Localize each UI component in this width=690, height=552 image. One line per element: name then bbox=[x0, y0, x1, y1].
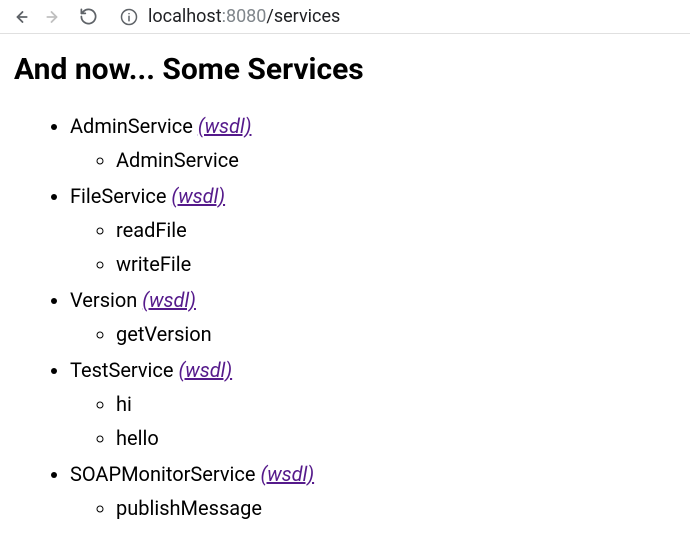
service-name: FileService bbox=[70, 184, 166, 208]
method-item: getVersion bbox=[116, 319, 676, 349]
wsdl-link[interactable]: (wsdl) bbox=[178, 358, 232, 382]
url-path: /services bbox=[266, 6, 340, 27]
services-list: AdminService (wsdl) AdminService FileSer… bbox=[14, 111, 676, 523]
info-icon[interactable] bbox=[120, 8, 138, 26]
methods-list: readFile writeFile bbox=[70, 215, 676, 279]
methods-list: hi hello bbox=[70, 389, 676, 453]
service-name: AdminService bbox=[70, 114, 193, 138]
service-item: Version (wsdl) getVersion bbox=[70, 285, 676, 349]
service-name: TestService bbox=[70, 358, 174, 382]
wsdl-link[interactable]: (wsdl) bbox=[260, 462, 314, 486]
wsdl-link[interactable]: (wsdl) bbox=[171, 184, 225, 208]
service-name: SOAPMonitorService bbox=[70, 462, 255, 486]
nav-controls bbox=[10, 7, 98, 27]
service-item: TestService (wsdl) hi hello bbox=[70, 355, 676, 453]
url-host: localhost bbox=[148, 6, 222, 27]
browser-toolbar: localhost:8080/services bbox=[0, 0, 690, 34]
wsdl-link[interactable]: (wsdl) bbox=[198, 114, 252, 138]
method-item: hello bbox=[116, 423, 676, 453]
reload-icon[interactable] bbox=[78, 7, 98, 27]
methods-list: AdminService bbox=[70, 145, 676, 175]
back-icon[interactable] bbox=[10, 7, 30, 27]
wsdl-link[interactable]: (wsdl) bbox=[142, 288, 196, 312]
method-item: readFile bbox=[116, 215, 676, 245]
method-item: writeFile bbox=[116, 249, 676, 279]
page-title: And now... Some Services bbox=[14, 52, 676, 87]
method-item: publishMessage bbox=[116, 493, 676, 523]
methods-list: publishMessage bbox=[70, 493, 676, 523]
method-item: hi bbox=[116, 389, 676, 419]
service-item: FileService (wsdl) readFile writeFile bbox=[70, 181, 676, 279]
url-port: :8080 bbox=[222, 6, 267, 27]
forward-icon[interactable] bbox=[44, 7, 64, 27]
method-item: AdminService bbox=[116, 145, 676, 175]
url-text: localhost:8080/services bbox=[148, 6, 340, 27]
service-item: SOAPMonitorService (wsdl) publishMessage bbox=[70, 459, 676, 523]
service-name: Version bbox=[70, 288, 137, 312]
page-content: And now... Some Services AdminService (w… bbox=[0, 34, 690, 547]
address-bar[interactable]: localhost:8080/services bbox=[112, 6, 680, 27]
service-item: AdminService (wsdl) AdminService bbox=[70, 111, 676, 175]
methods-list: getVersion bbox=[70, 319, 676, 349]
